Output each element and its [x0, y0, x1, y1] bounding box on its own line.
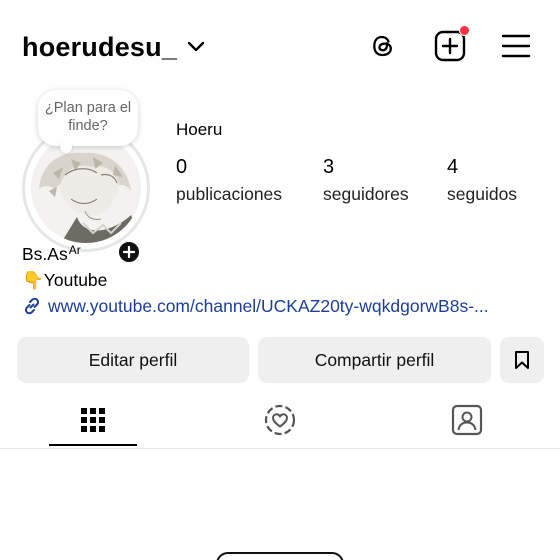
stat-label: seguidores — [323, 184, 409, 204]
link-icon — [24, 297, 40, 315]
profile-tabs — [0, 393, 560, 449]
stat-value: 4 — [447, 156, 459, 178]
stat-posts[interactable]: 0 publicaciones — [176, 156, 282, 205]
tab-posts-grid[interactable] — [49, 393, 137, 447]
active-tab-indicator — [49, 444, 137, 446]
bio-location-line: Bs.As Ar — [22, 241, 542, 267]
pointing-down-emoji: 👇 — [22, 270, 44, 290]
display-name: Hoeru — [176, 120, 223, 139]
reels-heart-icon — [264, 404, 296, 436]
top-bar: hoerudesu_ — [0, 0, 560, 96]
grid-icon — [81, 408, 105, 432]
stat-value: 0 — [176, 156, 188, 178]
stat-followers[interactable]: 3 seguidores — [323, 156, 409, 205]
notification-dot — [459, 25, 470, 36]
note-bubble[interactable]: ¿Plan para el finde? — [38, 90, 138, 153]
bio-youtube-text: Youtube — [43, 270, 108, 290]
threads-icon — [373, 35, 392, 57]
menu-button[interactable] — [498, 28, 534, 64]
profile-actions: Editar perfil Compartir perfil — [17, 337, 544, 383]
stat-label: publicaciones — [176, 184, 283, 204]
create-button[interactable] — [432, 25, 470, 64]
stat-value: 3 — [323, 156, 335, 178]
bio-link-text: www.youtube.com/channel/UCKAZ20ty-wqkdgo… — [48, 296, 489, 316]
bottom-floating-button[interactable] — [216, 552, 344, 560]
tab-tagged[interactable] — [423, 393, 511, 447]
bio: Bs.As Ar 👇 Youtube www.youtube.com/channel… — [22, 241, 542, 319]
share-profile-button[interactable]: Compartir perfil — [258, 337, 491, 383]
username: hoerudesu_ — [22, 31, 178, 62]
bio-youtube-line: 👇 Youtube — [22, 267, 542, 293]
threads-button[interactable] — [365, 28, 401, 64]
bookmark-icon — [515, 351, 529, 369]
account-switcher[interactable]: hoerudesu_ — [22, 30, 205, 64]
bio-link[interactable]: www.youtube.com/channel/UCKAZ20ty-wqkdgo… — [22, 293, 542, 319]
stat-following[interactable]: 4 seguidos — [447, 156, 517, 205]
tab-reposts[interactable] — [236, 393, 324, 447]
chevron-down-icon — [187, 41, 205, 52]
bio-location: Bs.As — [22, 244, 68, 264]
edit-profile-button[interactable]: Editar perfil — [17, 337, 249, 383]
stat-label: seguidos — [447, 184, 518, 204]
avatar-image — [31, 133, 141, 243]
saved-button[interactable] — [500, 337, 544, 383]
tagged-icon — [451, 404, 483, 436]
menu-icon — [501, 34, 531, 58]
